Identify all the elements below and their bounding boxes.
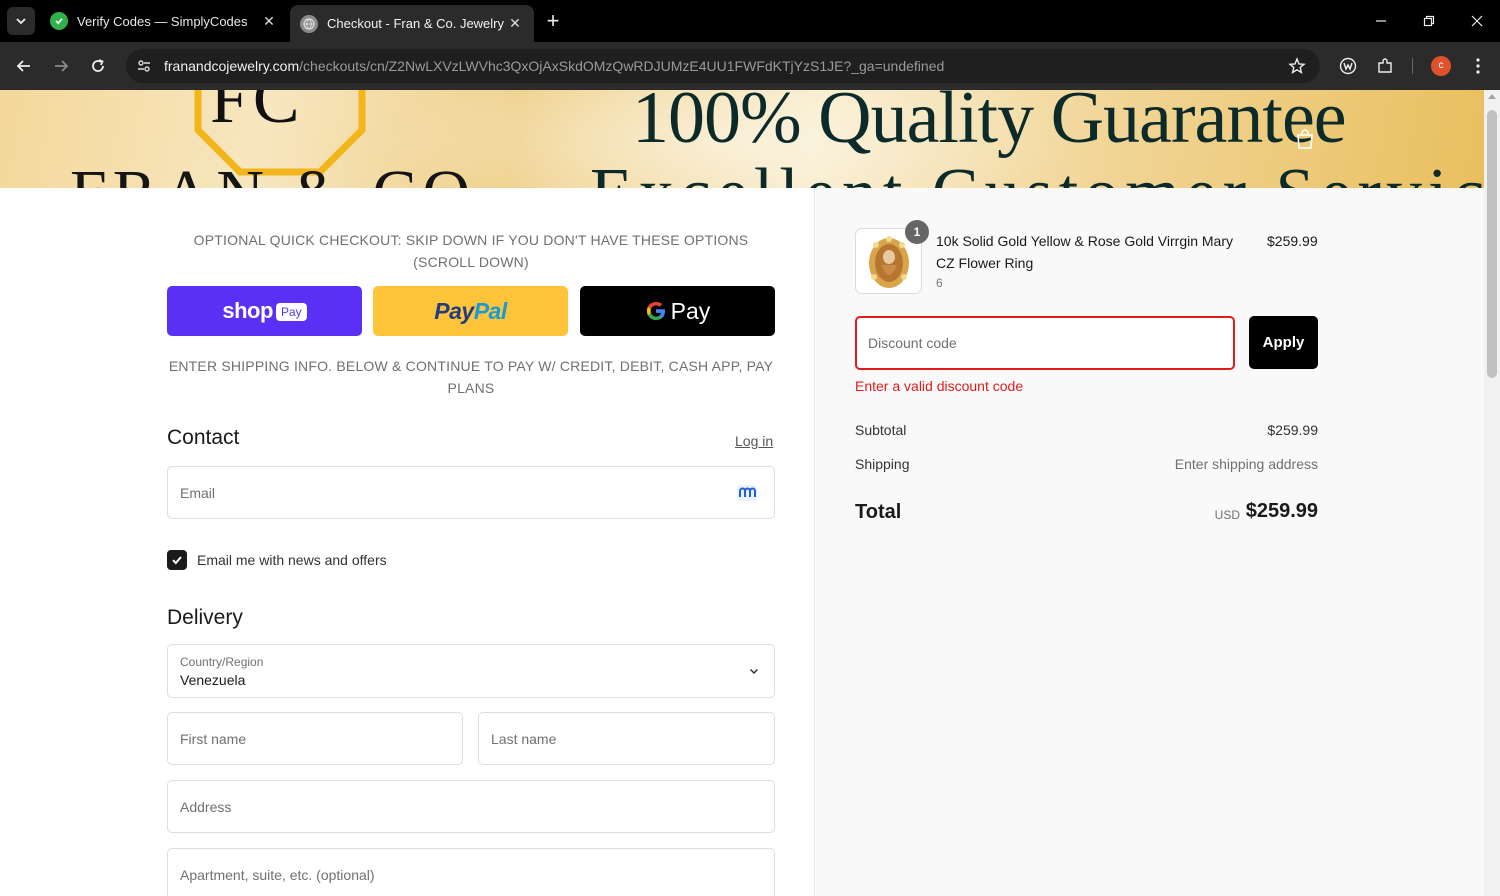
bookmark-star-icon[interactable] xyxy=(1288,57,1306,80)
country-value: Venezuela xyxy=(180,672,246,688)
paypal-logo-part2: Pal xyxy=(473,297,508,324)
store-banner: FC 100% Quality Guarantee FRAN & CO. Exc… xyxy=(0,90,1484,188)
paypal-logo-part1: Pay xyxy=(434,297,474,324)
extension-w-icon[interactable] xyxy=(1336,54,1360,78)
banner-brand: FRAN & CO. xyxy=(70,156,499,188)
paypal-button[interactable]: PayPal xyxy=(373,286,568,336)
tab-checkout[interactable]: Checkout - Fran & Co. Jewelry I ✕ xyxy=(290,5,534,42)
tab-simplycodes[interactable]: Verify Codes — SimplyCodes ✕ xyxy=(40,0,288,42)
login-link[interactable]: Log in xyxy=(735,433,773,449)
profile-avatar[interactable]: c xyxy=(1431,56,1451,76)
restore-icon[interactable] xyxy=(1406,0,1452,42)
first-name-placeholder: First name xyxy=(180,731,247,747)
quick-checkout-note: OPTIONAL QUICK CHECKOUT: SKIP DOWN IF YO… xyxy=(193,232,749,270)
url-path: /checkouts/cn/Z2NwLXVzLWVhc3QxOjAxSkdOMz… xyxy=(299,58,945,74)
shop-pay-badge: Pay xyxy=(275,303,307,321)
banner-subline: Excellent Customer Service xyxy=(590,154,1484,188)
browser-tab-bar: Verify Codes — SimplyCodes ✕ Checkout - … xyxy=(0,0,1500,42)
country-select[interactable]: Country/Region Venezuela xyxy=(167,644,775,698)
simplycodes-favicon-icon xyxy=(50,12,68,30)
extensions-puzzle-icon[interactable] xyxy=(1373,54,1397,78)
address-placeholder: Address xyxy=(180,799,232,815)
country-label: Country/Region xyxy=(180,655,264,669)
address-bar[interactable]: franandcojewelry.com/checkouts/cn/Z2NwLX… xyxy=(126,49,1320,83)
contact-heading: Contact xyxy=(167,426,240,449)
shipping-value: Enter shipping address xyxy=(1174,456,1318,472)
tab-title: Checkout - Fran & Co. Jewelry I xyxy=(327,16,504,31)
window-close-icon[interactable] xyxy=(1454,0,1500,42)
google-pay-button[interactable]: Pay xyxy=(580,286,775,336)
product-price: $259.99 xyxy=(1267,233,1318,249)
delivery-heading: Delivery xyxy=(167,606,243,629)
autofill-badge-icon[interactable] xyxy=(736,483,758,503)
shop-pay-button[interactable]: shop Pay xyxy=(167,286,362,336)
last-name-placeholder: Last name xyxy=(491,731,557,747)
scroll-thumb[interactable] xyxy=(1487,110,1497,378)
browser-toolbar: franandcojewelry.com/checkouts/cn/Z2NwLX… xyxy=(0,42,1500,90)
scroll-up-arrow-icon[interactable] xyxy=(1488,94,1496,99)
forward-icon[interactable] xyxy=(47,52,75,80)
cart-bag-icon[interactable] xyxy=(1296,128,1314,150)
product-variant: 6 xyxy=(936,276,943,290)
apply-discount-button[interactable]: Apply xyxy=(1249,316,1318,369)
last-name-field[interactable]: Last name xyxy=(478,712,775,765)
banner-headline: 100% Quality Guarantee xyxy=(632,90,1347,159)
total-value: $259.99 xyxy=(1245,500,1318,522)
shop-pay-word: shop xyxy=(222,298,273,323)
tab-search-button[interactable] xyxy=(7,7,35,35)
tab-title: Verify Codes — SimplyCodes xyxy=(77,13,248,29)
total-currency: USD xyxy=(1214,508,1240,522)
first-name-field[interactable]: First name xyxy=(167,712,463,765)
back-icon[interactable] xyxy=(10,52,38,80)
subtotal-value: $259.99 xyxy=(1267,422,1318,438)
email-field[interactable]: Email xyxy=(167,466,775,519)
checkout-main: OPTIONAL QUICK CHECKOUT: SKIP DOWN IF YO… xyxy=(0,188,815,896)
banner-monogram: FC xyxy=(210,90,304,138)
new-tab-icon[interactable]: + xyxy=(540,9,566,35)
address-field[interactable]: Address xyxy=(167,780,775,833)
shipping-info-note: ENTER SHIPPING INFO. BELOW & CONTINUE TO… xyxy=(168,358,774,396)
reload-icon[interactable] xyxy=(84,52,112,80)
email-placeholder: Email xyxy=(180,485,216,501)
checkmark-icon xyxy=(172,556,182,565)
apartment-field[interactable]: Apartment, suite, etc. (optional) xyxy=(167,848,775,896)
chevron-down-icon xyxy=(16,18,26,25)
toolbar-separator xyxy=(1412,58,1413,74)
total-label: Total xyxy=(855,501,902,523)
tab-close-icon[interactable]: ✕ xyxy=(258,10,280,32)
newsletter-checkbox[interactable] xyxy=(167,550,187,570)
google-pay-word: Pay xyxy=(670,297,711,324)
tab-close-icon[interactable]: ✕ xyxy=(504,13,526,35)
site-info-icon[interactable] xyxy=(136,58,152,79)
order-summary: 1 10k Solid Gold Yellow & Rose Gold Virr… xyxy=(816,188,1484,896)
subtotal-label: Subtotal xyxy=(855,422,907,438)
discount-error-message: Enter a valid discount code xyxy=(855,378,1024,394)
minimize-icon[interactable] xyxy=(1358,0,1404,42)
globe-icon xyxy=(300,14,318,33)
paypal-logo: PayPal xyxy=(434,297,508,325)
page-scrollbar[interactable] xyxy=(1484,90,1500,896)
chevron-down-icon xyxy=(749,668,759,675)
quantity-badge: 1 xyxy=(905,220,929,244)
product-name: 10k Solid Gold Yellow & Rose Gold Virrgi… xyxy=(936,233,1234,271)
url-host: franandcojewelry.com xyxy=(164,58,300,74)
url-text: franandcojewelry.com/checkouts/cn/Z2NwLX… xyxy=(164,58,944,74)
shipping-label: Shipping xyxy=(855,456,910,472)
more-menu-icon[interactable] xyxy=(1466,54,1490,78)
newsletter-label: Email me with news and offers xyxy=(197,552,387,568)
discount-placeholder: Discount code xyxy=(868,335,957,351)
google-g-icon xyxy=(646,302,665,320)
apartment-placeholder: Apartment, suite, etc. (optional) xyxy=(180,867,375,883)
discount-code-input[interactable]: Discount code xyxy=(855,316,1235,370)
